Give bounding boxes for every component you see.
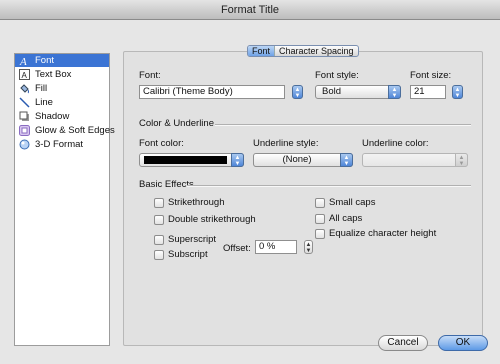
font-icon: A [19,56,27,66]
underline-style-select[interactable]: (None) ▲ ▼ [253,153,353,167]
sidebar-item-glow[interactable]: Glow & Soft Edges [15,124,115,137]
strikethrough-checkbox[interactable] [154,198,164,208]
font-size-field[interactable]: 21 [410,85,446,99]
font-size-label: Font size: [410,70,452,81]
font-label: Font: [139,70,161,81]
ok-button[interactable]: OK [438,335,488,351]
svg-text:A: A [22,71,28,80]
font-size-dropdown-button[interactable]: ▲ ▼ [452,85,463,99]
sidebar-item-text-box[interactable]: A Text Box [15,68,109,81]
category-sidebar: A Font A Text Box Fill Line Shadow Glow … [14,53,115,346]
line-icon [19,97,30,108]
font-style-label: Font style: [315,70,359,81]
shadow-icon [19,111,29,121]
superscript-label: Superscript [168,234,217,245]
subscript-checkbox[interactable] [154,250,164,260]
underline-color-picker[interactable]: ▲ ▼ [362,153,468,167]
tab-bar: Font Character Spacing [247,45,359,57]
chevron-up-down-icon: ▲ ▼ [455,153,468,167]
format-dialog: A Font A Text Box Fill Line Shadow Glow … [0,20,500,364]
font-color-picker[interactable]: ▲ ▼ [139,153,244,167]
font-panel: Font: Calibri (Theme Body) ▲ ▼ Font style… [123,51,483,346]
3d-format-icon [19,139,30,150]
double-strikethrough-label: Double strikethrough [168,214,256,225]
equalize-height-checkbox[interactable] [315,229,325,239]
offset-label: Offset: [223,243,251,254]
sidebar-item-label: Fill [35,83,48,94]
offset-stepper[interactable]: ▲ ▼ [304,240,313,254]
underline-style-label: Underline style: [253,138,319,149]
chevron-up-down-icon: ▲ ▼ [340,153,353,167]
window-title: Format Title [0,0,500,20]
font-name-field[interactable]: Calibri (Theme Body) [139,85,285,99]
sidebar-item-label: Shadow [35,111,70,122]
underline-color-label: Underline color: [362,138,429,149]
small-caps-label: Small caps [329,197,376,208]
sidebar-item-shadow[interactable]: Shadow [15,110,109,123]
sidebar-item-label: Glow & Soft Edges [35,125,115,136]
chevron-up-down-icon: ▲ ▼ [388,85,401,99]
cancel-button[interactable]: Cancel [378,335,428,351]
section-divider [215,124,471,126]
double-strikethrough-checkbox[interactable] [154,215,164,225]
section-divider [187,185,471,187]
equalize-height-label: Equalize character height [329,228,437,239]
subscript-label: Subscript [168,249,208,260]
tab-character-spacing[interactable]: Character Spacing [275,46,358,56]
font-color-swatch [144,156,227,164]
sidebar-item-3d-format[interactable]: 3-D Format [15,138,109,151]
all-caps-label: All caps [329,213,363,224]
color-underline-heading: Color & Underline [139,118,214,129]
svg-text:A: A [19,56,27,66]
font-style-value: Bold [322,86,342,97]
sidebar-item-font[interactable]: A Font [15,54,109,67]
sidebar-item-fill[interactable]: Fill [15,82,109,95]
font-name-dropdown-button[interactable]: ▲ ▼ [292,85,303,99]
small-caps-checkbox[interactable] [315,198,325,208]
font-style-select[interactable]: Bold ▲ ▼ [315,85,401,99]
chevron-up-down-icon: ▲ ▼ [231,153,244,167]
sidebar-item-label: 3-D Format [35,139,84,150]
underline-style-value: (None) [282,154,312,165]
strikethrough-label: Strikethrough [168,197,225,208]
basic-effects-heading: Basic Effects [139,179,194,190]
font-color-label: Font color: [139,138,184,149]
all-caps-checkbox[interactable] [315,214,325,224]
sidebar-item-line[interactable]: Line [15,96,109,109]
text-box-icon: A [19,69,30,80]
sidebar-item-label: Text Box [35,69,72,80]
tab-font[interactable]: Font [248,46,276,56]
glow-icon [19,125,30,136]
offset-field[interactable]: 0 % [255,240,297,254]
sidebar-item-label: Line [35,97,53,108]
superscript-checkbox[interactable] [154,235,164,245]
sidebar-item-label: Font [35,55,55,66]
fill-bucket-icon [20,84,29,94]
